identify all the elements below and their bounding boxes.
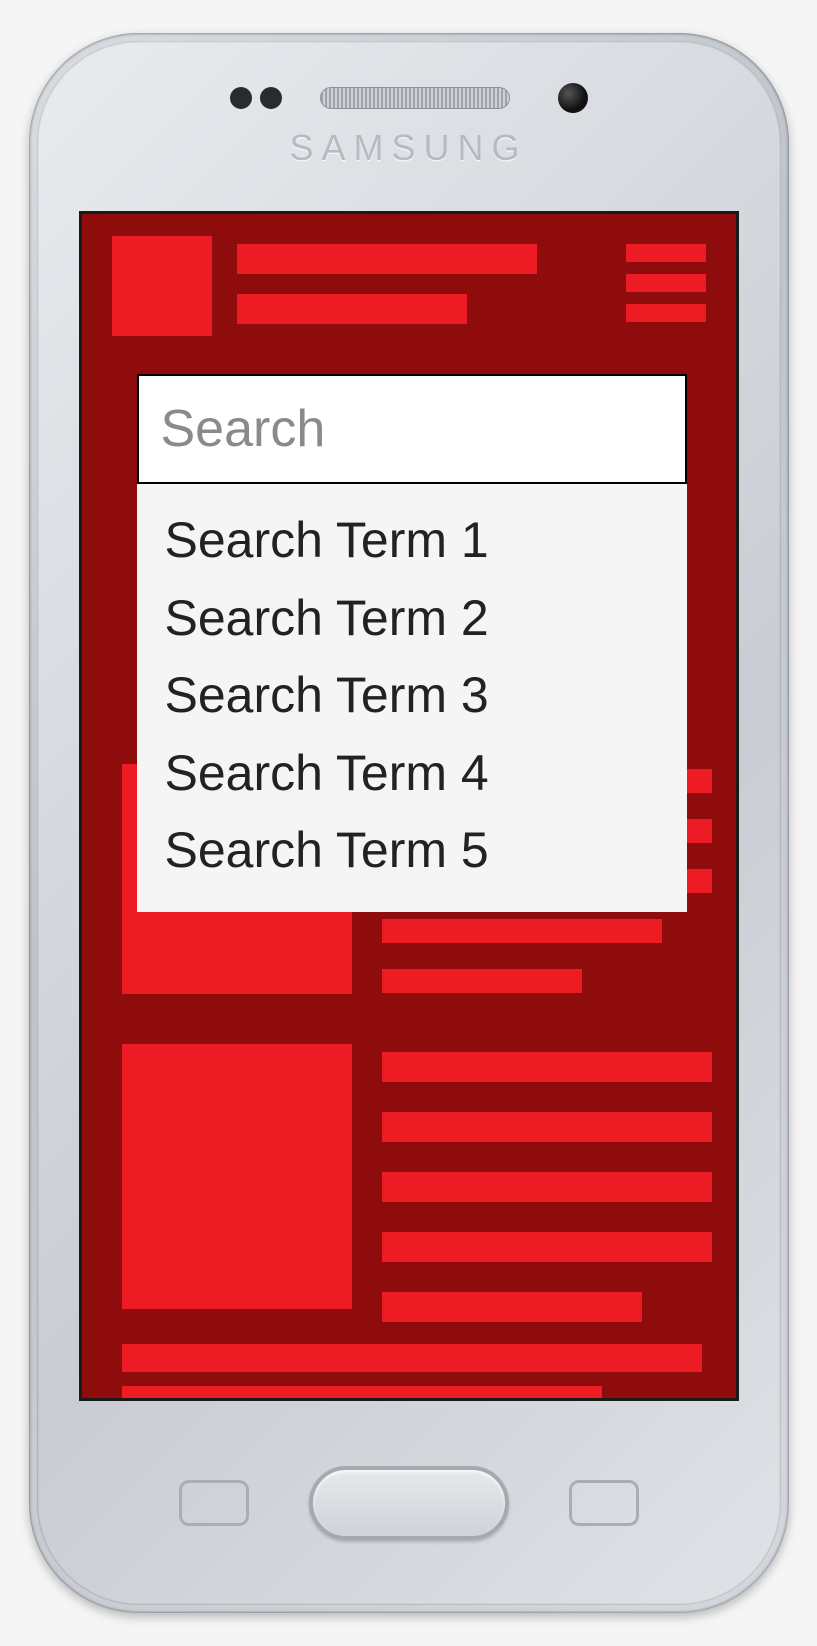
phone-top-area: SAMSUNG [37,41,781,211]
list-item-line [382,1232,712,1262]
earpiece-speaker [320,87,510,109]
hamburger-menu-icon[interactable] [626,244,706,322]
search-suggestion[interactable]: Search Term 4 [165,735,667,813]
sensor-row [230,83,588,113]
app-logo-placeholder [112,236,212,336]
list-item-line [382,1172,712,1202]
search-overlay: Search Term 1 Search Term 2 Search Term … [137,374,687,912]
search-input[interactable] [161,399,663,459]
search-suggestions: Search Term 1 Search Term 2 Search Term … [137,484,687,912]
app-title-placeholder [237,244,537,274]
list-item-line [382,969,582,993]
device-brand: SAMSUNG [289,127,527,169]
list-item-line [382,1292,642,1322]
proximity-sensors [230,87,282,109]
search-box[interactable] [137,374,687,484]
phone-frame: SAMSUNG [29,33,789,1613]
phone-inner: SAMSUNG [37,41,781,1605]
list-item-line [382,1112,712,1142]
device-screen: Search Term 1 Search Term 2 Search Term … [79,211,739,1401]
phone-bottom-area [37,1401,781,1605]
search-suggestion[interactable]: Search Term 2 [165,580,667,658]
search-suggestion[interactable]: Search Term 3 [165,657,667,735]
front-camera [558,83,588,113]
home-button[interactable] [309,1466,509,1540]
list-item-line [382,1052,712,1082]
search-suggestion[interactable]: Search Term 1 [165,502,667,580]
recent-apps-softkey[interactable] [179,1480,249,1526]
footer-line [122,1344,702,1372]
list-item-thumb [122,1044,352,1309]
back-softkey[interactable] [569,1480,639,1526]
app-subtitle-placeholder [237,294,467,324]
footer-line [122,1386,602,1401]
list-item-line [382,919,662,943]
search-suggestion[interactable]: Search Term 5 [165,812,667,890]
